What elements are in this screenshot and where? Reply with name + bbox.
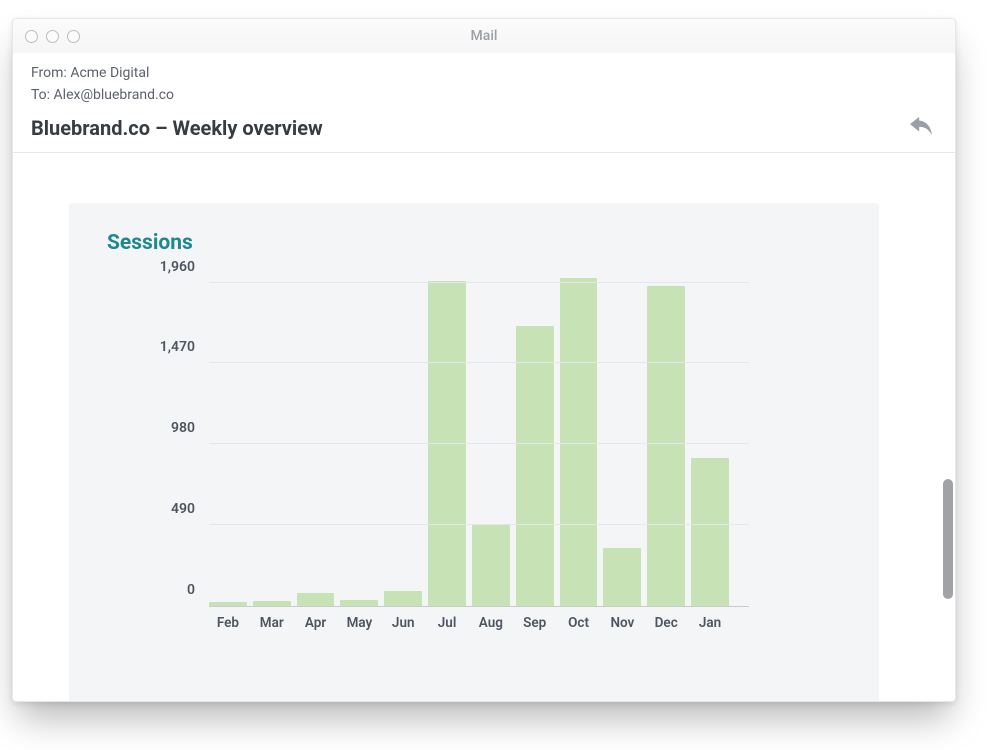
app-title: Mail [13, 28, 955, 44]
from-value: Acme Digital [70, 65, 149, 81]
chart-x-tick: Jan [691, 615, 729, 631]
chart-bar [340, 600, 378, 606]
chart-bar [603, 548, 641, 606]
chart-bar [472, 525, 510, 606]
sessions-chart: 04909801,4701,960 Feb Mar Apr May Jun Jul Aug S… [209, 277, 749, 647]
chart-bar [691, 458, 729, 607]
chart-x-axis: Feb Mar Apr May Jun Jul Aug Sep Oct Nov Dec Jan [209, 615, 749, 631]
chart-gridline [209, 443, 749, 444]
chart-gridline [209, 362, 749, 363]
minimize-window-button[interactable] [46, 30, 59, 43]
chart-y-tick: 0 [187, 582, 209, 598]
to-label: To: [31, 87, 50, 103]
to-line: To: Alex@bluebrand.co [31, 85, 937, 107]
chart-bar [384, 591, 422, 606]
chart-bars [209, 277, 729, 606]
reply-icon [910, 116, 932, 140]
from-label: From: [31, 65, 67, 81]
chart-x-tick: May [340, 615, 378, 631]
chart-bar [297, 593, 335, 606]
sessions-card: Sessions 04909801,4701,960 FebMarAprMayJ… [69, 203, 879, 701]
chart-plot-area: 04909801,4701,960 [209, 277, 749, 607]
chart-y-tick: 490 [171, 501, 209, 517]
subject: Bluebrand.co – Weekly overview [31, 116, 937, 140]
mail-window: Mail From: Acme Digital To: Alex@bluebra… [12, 18, 956, 702]
chart-bar [209, 602, 247, 606]
close-window-button[interactable] [25, 30, 38, 43]
message-body: Sessions 04909801,4701,960 FebMarAprMayJ… [13, 179, 955, 701]
chart-bar [253, 601, 291, 606]
from-line: From: Acme Digital [31, 63, 937, 85]
chart-x-tick: Aug [472, 615, 510, 631]
chart-x-tick: Feb [209, 615, 247, 631]
chart-x-tick: Oct [560, 615, 598, 631]
chart-x-tick: Jun [384, 615, 422, 631]
chart-y-tick: 1,470 [160, 339, 209, 355]
reply-button[interactable] [905, 114, 937, 142]
chart-gridline [209, 282, 749, 283]
titlebar: Mail [13, 19, 955, 53]
chart-bar [647, 286, 685, 606]
chart-bar [560, 278, 598, 606]
chart-gridline [209, 524, 749, 525]
chart-x-tick: Jul [428, 615, 466, 631]
chart-bar [516, 326, 554, 607]
chart-title: Sessions [107, 231, 849, 255]
chart-y-tick: 1,960 [160, 259, 209, 275]
zoom-window-button[interactable] [67, 30, 80, 43]
window-controls [13, 30, 80, 43]
chart-x-tick: Mar [253, 615, 291, 631]
scrollbar-thumb[interactable] [943, 479, 953, 599]
chart-y-tick: 980 [171, 420, 209, 436]
chart-x-tick: Nov [603, 615, 641, 631]
chart-x-tick: Sep [516, 615, 554, 631]
chart-x-tick: Dec [647, 615, 685, 631]
chart-x-tick: Apr [297, 615, 335, 631]
to-value: Alex@bluebrand.co [54, 87, 174, 103]
message-header: From: Acme Digital To: Alex@bluebrand.co… [13, 53, 955, 153]
